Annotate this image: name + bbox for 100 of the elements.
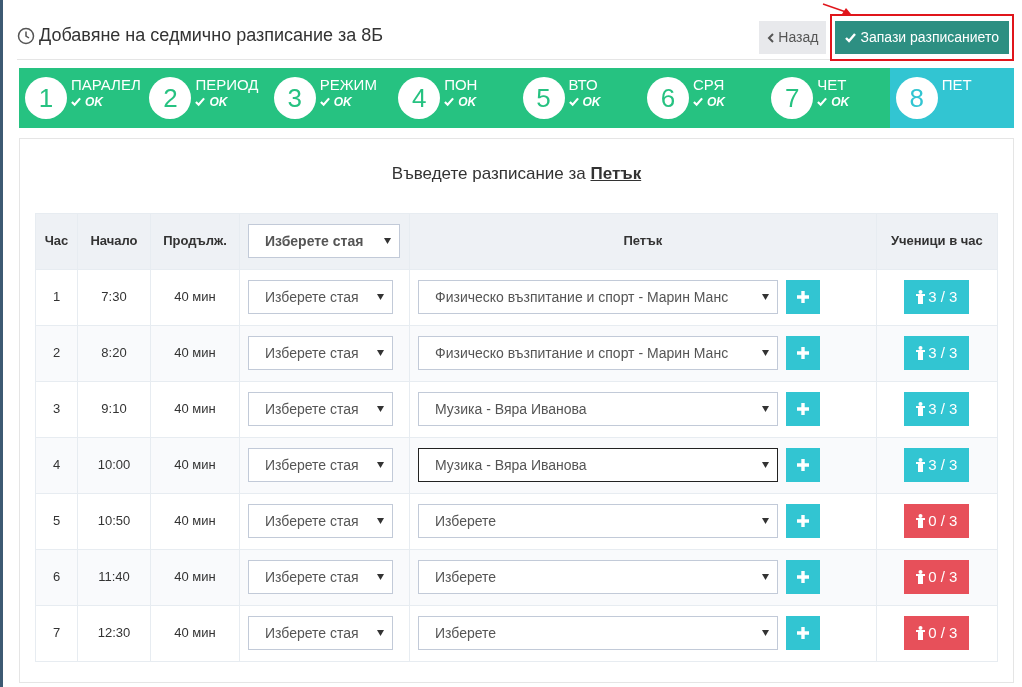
students-count: 3 / 3 [904, 447, 970, 483]
caret-icon [762, 574, 769, 580]
dropdown[interactable]: Изберете [418, 560, 778, 594]
dropdown[interactable]: Изберете [418, 616, 778, 650]
step-status: OK [444, 93, 478, 111]
caret-icon [377, 518, 384, 524]
add-button[interactable] [786, 280, 820, 314]
caret-icon [762, 630, 769, 636]
caret-icon [377, 294, 384, 300]
step-label: ВТО [568, 77, 599, 93]
person-icon [916, 346, 926, 360]
check-icon [845, 32, 857, 43]
step-label: ПЕРИОД [195, 77, 259, 93]
dropdown[interactable]: Физическо възпитание и спорт - Марин Манс [418, 280, 778, 314]
dropdown[interactable]: Музика - Вяра Иванова [418, 392, 778, 426]
person-icon [916, 626, 926, 640]
table-cell: 8:20 [77, 325, 151, 381]
dropdown[interactable]: Изберете стая [248, 448, 393, 482]
step-status: OK [319, 93, 377, 111]
column-header: Час [35, 213, 78, 269]
person-icon [916, 514, 926, 528]
caret-icon [762, 518, 769, 524]
save-button[interactable]: Запази разписанието [835, 21, 1009, 54]
add-button[interactable] [786, 448, 820, 482]
add-button[interactable] [786, 616, 820, 650]
table-cell: 4 [35, 437, 78, 493]
dropdown[interactable]: Музика - Вяра Иванова [418, 448, 778, 482]
table-cell: 40 мин [150, 493, 240, 549]
check-icon [195, 97, 206, 107]
person-icon [916, 290, 926, 304]
dropdown[interactable]: Изберете стая [248, 392, 393, 426]
dropdown[interactable]: Изберете стая [248, 280, 393, 314]
step-status: OK [71, 93, 141, 111]
caret-icon [762, 406, 769, 412]
caret-icon [762, 294, 769, 300]
students-count: 3 / 3 [904, 391, 970, 427]
column-header: Начало [77, 213, 151, 269]
caret-icon [377, 406, 384, 412]
caret-icon [377, 574, 384, 580]
step-number: 5 [522, 77, 565, 119]
step-label: ПАРАЛЕЛ [71, 77, 141, 93]
plus-icon [797, 627, 809, 639]
dropdown[interactable]: Изберете стая [248, 504, 393, 538]
check-icon [444, 97, 455, 107]
column-header: Петък [409, 213, 877, 269]
check-icon [319, 97, 330, 107]
table-cell: 5 [35, 493, 78, 549]
table-cell: 40 мин [150, 381, 240, 437]
person-icon [916, 570, 926, 584]
add-button[interactable] [786, 392, 820, 426]
plus-icon [797, 571, 809, 583]
table-cell: 40 мин [150, 549, 240, 605]
add-button[interactable] [786, 560, 820, 594]
step-status: OK [568, 93, 601, 111]
caret-icon [377, 350, 384, 356]
table-cell: 2 [35, 325, 78, 381]
check-icon [692, 97, 703, 107]
plus-icon [797, 347, 809, 359]
table-cell: 12:30 [77, 605, 151, 661]
add-button[interactable] [786, 336, 820, 370]
step-number: 4 [398, 77, 441, 119]
dropdown[interactable]: Изберете стая [248, 336, 393, 370]
plus-icon [797, 515, 809, 527]
table-cell: 10:00 [77, 437, 151, 493]
students-count: 0 / 3 [904, 503, 970, 539]
step-number: 3 [273, 77, 316, 119]
table-cell: 11:40 [77, 549, 151, 605]
table-cell: 40 мин [150, 437, 240, 493]
dropdown[interactable]: Изберете [418, 504, 778, 538]
column-header: Ученици в час [876, 213, 998, 269]
back-button[interactable]: Назад [759, 21, 827, 54]
plus-icon [797, 291, 809, 303]
step-number: 2 [149, 77, 192, 119]
table-cell: 1 [35, 269, 78, 325]
step-label: СРЯ [692, 77, 725, 93]
step-status: OK [817, 93, 850, 111]
students-count: 3 / 3 [904, 335, 970, 371]
dropdown[interactable]: Изберете стая [248, 560, 393, 594]
step-status: OK [692, 93, 725, 111]
step-label: ПОН [444, 77, 478, 93]
dropdown[interactable]: Изберете стая [248, 224, 400, 258]
caret-icon [377, 630, 384, 636]
step-number: 6 [646, 77, 689, 119]
dropdown[interactable]: Физическо възпитание и спорт - Марин Манс [418, 336, 778, 370]
check-icon [817, 97, 828, 107]
add-button[interactable] [786, 504, 820, 538]
students-count: 0 / 3 [904, 559, 970, 595]
table-cell: 7:30 [77, 269, 151, 325]
dropdown[interactable]: Изберете стая [248, 616, 393, 650]
person-icon [916, 402, 926, 416]
table-cell: 9:10 [77, 381, 151, 437]
caret-icon [384, 238, 391, 244]
caret-icon [377, 462, 384, 468]
column-header: Продълж. [150, 213, 240, 269]
table-cell: 7 [35, 605, 78, 661]
plus-icon [797, 459, 809, 471]
clock-icon [17, 26, 35, 45]
check-icon [71, 97, 81, 107]
caret-icon [762, 462, 769, 468]
chevron-left-icon [767, 32, 775, 43]
